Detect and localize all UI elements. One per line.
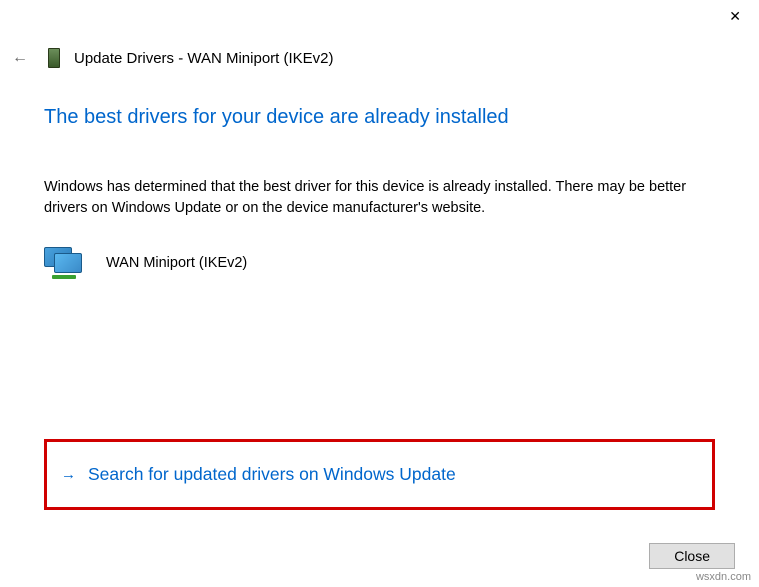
close-button[interactable]: Close xyxy=(649,543,735,569)
dialog-title: Update Drivers - WAN Miniport (IKEv2) xyxy=(74,50,334,67)
device-row: WAN Miniport (IKEv2) xyxy=(44,247,715,279)
content-area: The best drivers for your device are alr… xyxy=(44,106,715,510)
watermark: wsxdn.com xyxy=(696,571,751,583)
device-name: WAN Miniport (IKEv2) xyxy=(106,255,247,271)
footer: Close xyxy=(649,543,735,569)
search-windows-update-link[interactable]: Search for updated drivers on Windows Up… xyxy=(88,464,456,485)
body-text: Windows has determined that the best dri… xyxy=(44,177,715,219)
action-highlight-box: → Search for updated drivers on Windows … xyxy=(44,439,715,510)
titlebar: ✕ xyxy=(711,0,759,34)
close-icon[interactable]: ✕ xyxy=(729,8,741,24)
driver-device-icon xyxy=(48,48,60,68)
network-adapter-icon xyxy=(44,247,82,279)
arrow-right-icon: → xyxy=(61,466,76,483)
back-arrow-icon[interactable]: ← xyxy=(12,50,28,66)
main-heading: The best drivers for your device are alr… xyxy=(44,106,715,129)
header-row: ← Update Drivers - WAN Miniport (IKEv2) xyxy=(12,48,334,68)
